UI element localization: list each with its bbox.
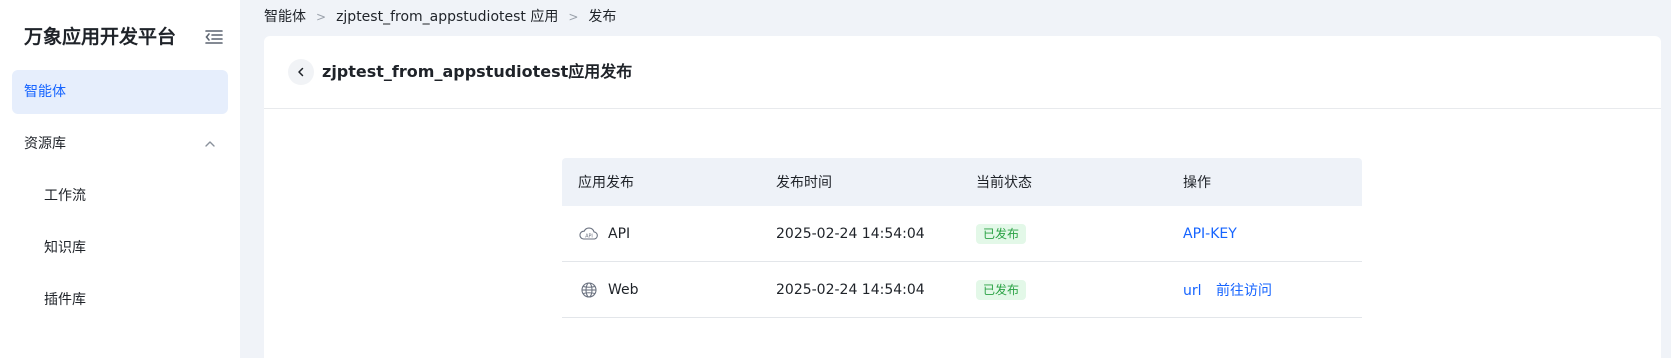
chevron-up-icon [205, 141, 215, 147]
channel-cell: Web [562, 279, 776, 301]
url-link[interactable]: url [1183, 283, 1202, 299]
table-header: 应用发布 发布时间 当前状态 操作 [562, 158, 1362, 206]
status-cell: 已发布 [976, 223, 1183, 244]
visit-link[interactable]: 前往访问 [1216, 283, 1272, 299]
sidebar-item-label: 工作流 [44, 188, 86, 204]
table-row: Web 2025-02-24 14:54:04 已发布 url 前往访问 [562, 262, 1362, 318]
sidebar-item-workflow[interactable]: 工作流 [12, 174, 228, 218]
status-badge: 已发布 [976, 279, 1027, 300]
breadcrumb-app[interactable]: zjptest_from_appstudiotest 应用 [336, 6, 558, 28]
sidebar-item-label: 资源库 [24, 136, 66, 152]
publish-table: 应用发布 发布时间 当前状态 操作 API API 2025-02-24 14:… [562, 158, 1362, 318]
sidebar-item-resources[interactable]: 资源库 [12, 122, 228, 166]
chevron-right-icon: > [316, 10, 327, 24]
table-row: API API 2025-02-24 14:54:04 已发布 API-KEY [562, 206, 1362, 262]
chevron-right-icon: > [568, 10, 579, 24]
breadcrumb-agents[interactable]: 智能体 [264, 6, 306, 28]
back-button[interactable] [288, 59, 314, 85]
publish-time: 2025-02-24 14:54:04 [776, 225, 925, 242]
publish-card: zjptest_from_appstudiotest应用发布 应用发布 发布时间… [264, 36, 1661, 358]
app-brand: 万象应用开发平台 [24, 26, 177, 48]
publish-time: 2025-02-24 14:54:04 [776, 281, 925, 298]
breadcrumb: 智能体 > zjptest_from_appstudiotest 应用 > 发布 [264, 6, 616, 28]
channel-name: API [608, 225, 631, 242]
sidebar: 万象应用开发平台 智能体 资源库 工作流 知识库 插件库 [0, 0, 240, 358]
column-header-actions: 操作 [1183, 175, 1211, 191]
page-title: zjptest_from_appstudiotest应用发布 [322, 62, 633, 81]
actions-cell: API-KEY [1183, 226, 1362, 242]
api-key-link[interactable]: API-KEY [1183, 226, 1237, 242]
channel-name: Web [608, 281, 639, 298]
sidebar-item-label: 智能体 [24, 84, 66, 100]
sidebar-item-plugins[interactable]: 插件库 [12, 278, 228, 322]
menu-collapse-icon[interactable] [203, 27, 225, 47]
column-header-time: 发布时间 [776, 175, 832, 191]
sidebar-item-agents[interactable]: 智能体 [12, 70, 228, 114]
channel-cell: API API [562, 223, 776, 245]
breadcrumb-publish: 发布 [588, 9, 617, 25]
status-cell: 已发布 [976, 279, 1183, 300]
status-badge: 已发布 [976, 223, 1027, 244]
api-cloud-icon: API [578, 223, 600, 245]
chevron-left-icon [298, 67, 304, 77]
sidebar-item-label: 插件库 [44, 292, 86, 308]
sidebar-item-knowledge[interactable]: 知识库 [12, 226, 228, 270]
column-header-status: 当前状态 [976, 175, 1032, 191]
sidebar-item-label: 知识库 [44, 240, 86, 256]
column-header-channel: 应用发布 [578, 175, 634, 191]
actions-cell: url 前往访问 [1183, 280, 1362, 300]
card-header: zjptest_from_appstudiotest应用发布 [264, 36, 1661, 109]
svg-text:API: API [585, 233, 593, 239]
globe-icon [578, 279, 600, 301]
